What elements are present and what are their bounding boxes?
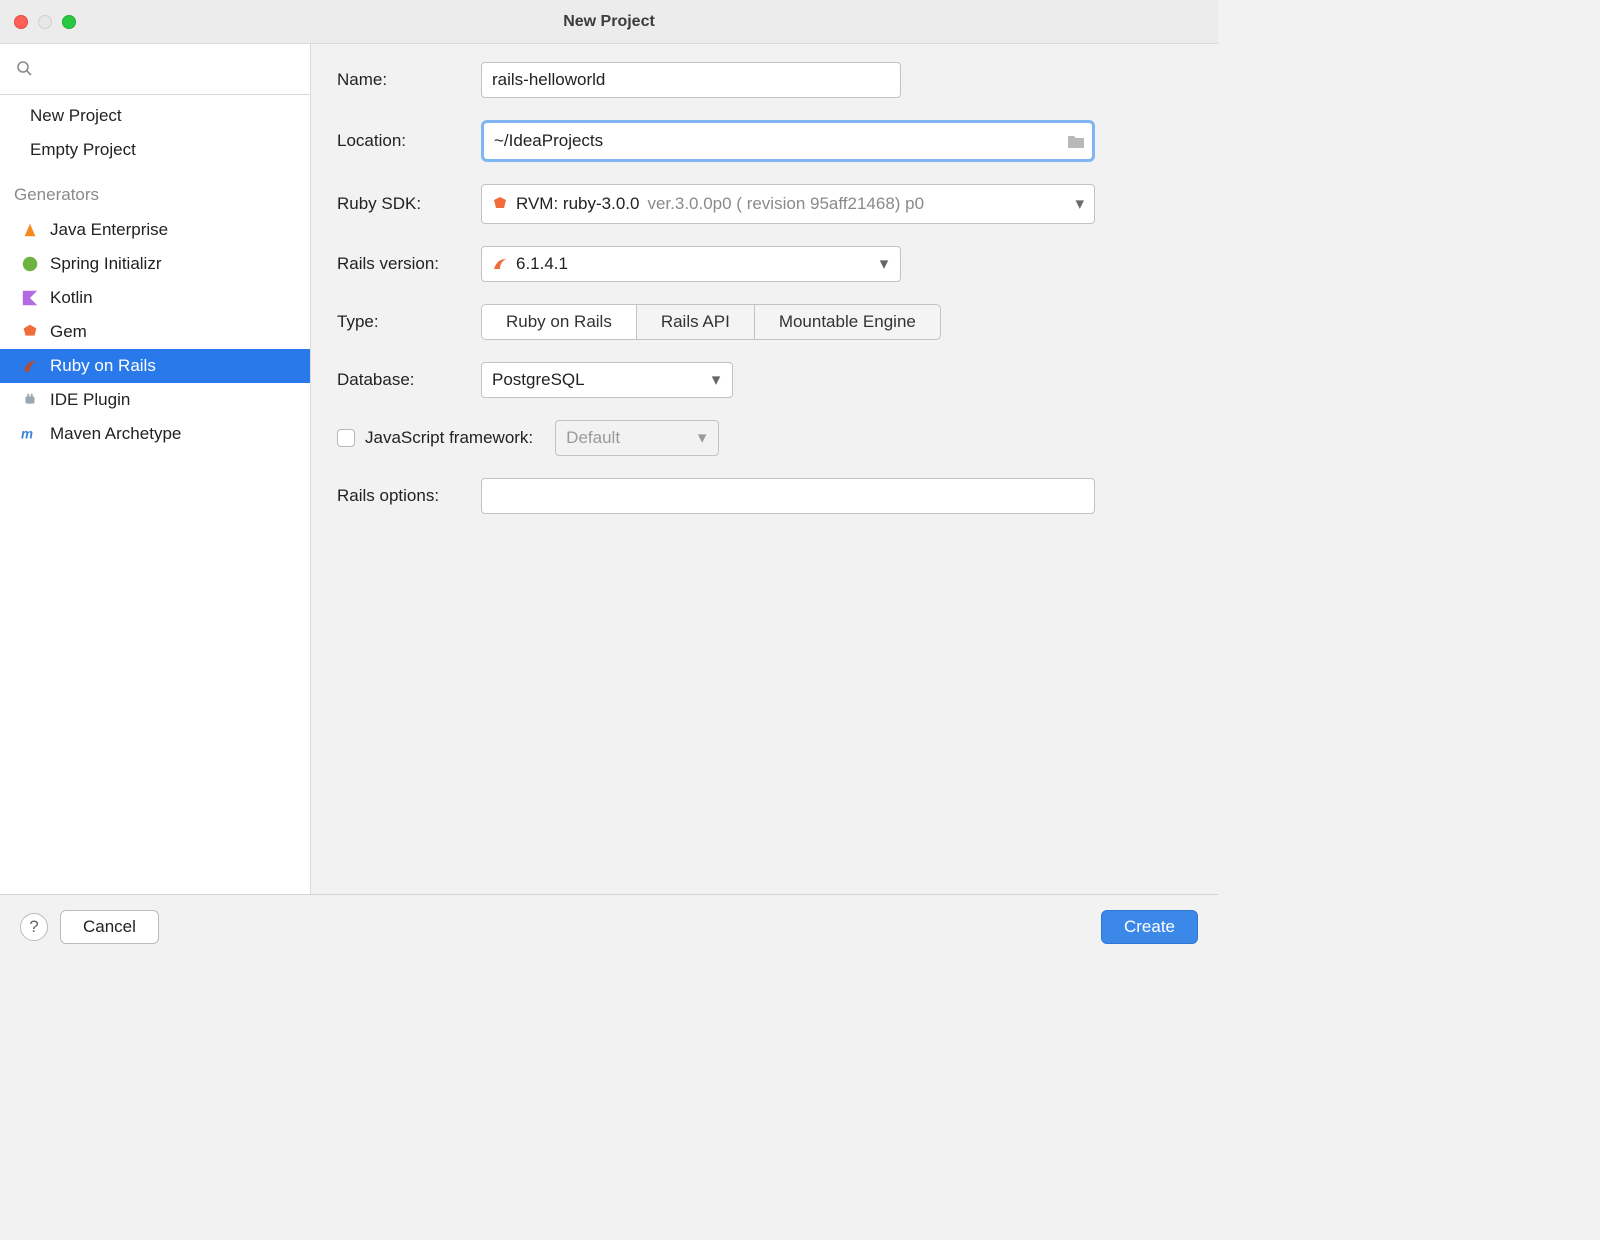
titlebar: New Project bbox=[0, 0, 1218, 44]
rails-options-label: Rails options: bbox=[337, 486, 481, 506]
location-label: Location: bbox=[337, 131, 481, 151]
rails-options-input[interactable] bbox=[481, 478, 1095, 514]
location-input-wrap: ~/IdeaProjects bbox=[481, 120, 1095, 162]
row-ruby-sdk: Ruby SDK: RVM: ruby-3.0.0 ver.3.0.0p0 ( … bbox=[337, 184, 1192, 224]
sidebar-item-java-enterprise[interactable]: Java Enterprise bbox=[0, 213, 310, 247]
chevron-down-icon: ▾ bbox=[708, 370, 724, 390]
search-icon bbox=[16, 60, 32, 76]
kotlin-icon bbox=[20, 288, 40, 308]
row-rails-options: Rails options: bbox=[337, 478, 1192, 514]
create-label: Create bbox=[1124, 917, 1175, 937]
row-js-framework: JavaScript framework: Default ▾ bbox=[337, 420, 1192, 456]
type-option-ruby-on-rails[interactable]: Ruby on Rails bbox=[482, 305, 637, 339]
cancel-button[interactable]: Cancel bbox=[60, 910, 159, 944]
type-label: Type: bbox=[337, 312, 481, 332]
sidebar-item-label: IDE Plugin bbox=[50, 390, 130, 410]
rails-version-label: Rails version: bbox=[337, 254, 481, 274]
sidebar-item-label: New Project bbox=[30, 106, 122, 126]
js-framework-checkbox[interactable] bbox=[337, 429, 355, 447]
row-database: Database: PostgreSQL ▾ bbox=[337, 362, 1192, 398]
generators-header: Generators bbox=[0, 167, 310, 213]
browse-folder-button[interactable] bbox=[1060, 125, 1092, 157]
rails-version-select[interactable]: 6.1.4.1 ▾ bbox=[481, 246, 901, 282]
sidebar-item-ide-plugin[interactable]: IDE Plugin bbox=[0, 383, 310, 417]
create-button[interactable]: Create bbox=[1101, 910, 1198, 944]
sidebar-item-gem[interactable]: Gem bbox=[0, 315, 310, 349]
footer: ? Cancel Create bbox=[0, 894, 1218, 958]
java-ee-icon bbox=[20, 220, 40, 240]
type-option-rails-api[interactable]: Rails API bbox=[637, 305, 755, 339]
sidebar-search bbox=[0, 44, 310, 95]
sidebar-item-label: Ruby on Rails bbox=[50, 356, 156, 376]
cancel-label: Cancel bbox=[83, 917, 136, 937]
sidebar-item-label: Gem bbox=[50, 322, 87, 342]
help-icon: ? bbox=[29, 917, 38, 937]
sidebar-item-label: Maven Archetype bbox=[50, 424, 181, 444]
sidebar-item-label: Java Enterprise bbox=[50, 220, 168, 240]
js-framework-label: JavaScript framework: bbox=[365, 428, 533, 448]
name-input[interactable]: rails-helloworld bbox=[481, 62, 901, 98]
database-label: Database: bbox=[337, 370, 481, 390]
row-rails-version: Rails version: 6.1.4.1 ▾ bbox=[337, 246, 1192, 282]
row-location: Location: ~/IdeaProjects bbox=[337, 120, 1192, 162]
chevron-down-icon: ▾ bbox=[694, 428, 710, 448]
sidebar-item-empty-project[interactable]: Empty Project bbox=[0, 133, 310, 167]
chevron-down-icon: ▾ bbox=[876, 254, 892, 274]
sidebar-item-label: Kotlin bbox=[50, 288, 93, 308]
window-title: New Project bbox=[0, 13, 1218, 31]
type-option-mountable-engine[interactable]: Mountable Engine bbox=[755, 305, 940, 339]
sdk-name: RVM: ruby-3.0.0 bbox=[516, 194, 639, 214]
location-input[interactable]: ~/IdeaProjects bbox=[484, 123, 1060, 159]
sidebar-item-spring-initializr[interactable]: Spring Initializr bbox=[0, 247, 310, 281]
detail-panel: Name: rails-helloworld Location: ~/IdeaP… bbox=[311, 44, 1218, 894]
search-input[interactable] bbox=[8, 52, 302, 86]
chevron-down-icon: ▾ bbox=[1075, 194, 1084, 214]
spring-icon bbox=[20, 254, 40, 274]
sidebar-tree: New Project Empty Project Generators Jav… bbox=[0, 95, 310, 451]
rails-icon bbox=[20, 356, 40, 376]
js-framework-select[interactable]: Default ▾ bbox=[555, 420, 719, 456]
rails-version-value: 6.1.4.1 bbox=[516, 254, 568, 274]
plugin-icon bbox=[20, 390, 40, 410]
sidebar-item-ruby-on-rails[interactable]: Ruby on Rails bbox=[0, 349, 310, 383]
maven-icon: m bbox=[20, 424, 40, 444]
sidebar-item-label: Empty Project bbox=[30, 140, 136, 160]
name-label: Name: bbox=[337, 70, 481, 90]
ruby-sdk-select[interactable]: RVM: ruby-3.0.0 ver.3.0.0p0 ( revision 9… bbox=[481, 184, 1095, 224]
sidebar-item-label: Spring Initializr bbox=[50, 254, 162, 274]
rails-icon bbox=[492, 256, 508, 272]
row-type: Type: Ruby on Rails Rails API Mountable … bbox=[337, 304, 1192, 340]
sidebar-item-new-project[interactable]: New Project bbox=[0, 99, 310, 133]
database-select[interactable]: PostgreSQL ▾ bbox=[481, 362, 733, 398]
sdk-version: ver.3.0.0p0 ( revision 95aff21468) p0 bbox=[647, 194, 924, 214]
name-value: rails-helloworld bbox=[492, 70, 605, 90]
svg-text:m: m bbox=[21, 427, 33, 442]
sidebar-item-maven-archetype[interactable]: m Maven Archetype bbox=[0, 417, 310, 451]
location-value: ~/IdeaProjects bbox=[494, 131, 603, 151]
js-framework-value: Default bbox=[566, 428, 620, 448]
database-value: PostgreSQL bbox=[492, 370, 585, 390]
ruby-sdk-label: Ruby SDK: bbox=[337, 194, 481, 214]
row-name: Name: rails-helloworld bbox=[337, 62, 1192, 98]
gem-icon bbox=[20, 322, 40, 342]
ruby-gem-icon bbox=[492, 196, 508, 212]
sidebar: New Project Empty Project Generators Jav… bbox=[0, 44, 311, 894]
help-button[interactable]: ? bbox=[20, 913, 48, 941]
sidebar-item-kotlin[interactable]: Kotlin bbox=[0, 281, 310, 315]
type-segmented: Ruby on Rails Rails API Mountable Engine bbox=[481, 304, 941, 340]
